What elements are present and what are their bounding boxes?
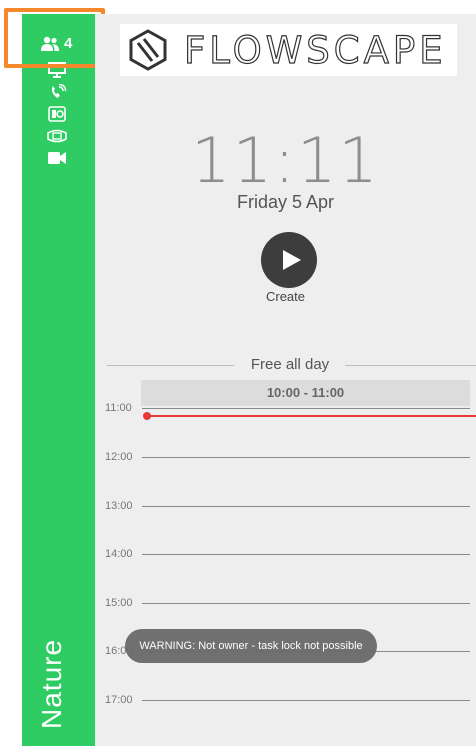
current-time-dot (143, 412, 151, 420)
selection-highlight (4, 8, 105, 68)
flowscape-logo-icon (129, 29, 167, 71)
hour-rule (142, 700, 470, 701)
hour-label: 12:00 (105, 451, 133, 463)
sidebar: 4 Nature (22, 14, 95, 746)
hour-row[interactable]: 14:00 (105, 548, 476, 562)
availability-status: Free all day (107, 356, 476, 376)
hour-label: 13:00 (105, 500, 133, 512)
hour-label: 11:00 (105, 402, 132, 414)
hour-label: 14:00 (105, 548, 133, 560)
clock-time: 11:11 (191, 124, 380, 197)
hour-row[interactable]: 11:00 (105, 402, 476, 416)
divider (345, 365, 476, 366)
current-time-line (146, 415, 476, 417)
hour-rule (142, 408, 470, 409)
hour-rule (142, 506, 470, 507)
hour-rule (142, 603, 470, 604)
hour-label: 15:00 (105, 597, 133, 609)
hour-rule (142, 457, 470, 458)
room-name: Nature (36, 638, 67, 729)
main-panel: FLOWSCAPE 11:11 Friday 5 Apr Create Free… (95, 14, 476, 746)
video-camera-icon[interactable] (46, 150, 68, 166)
play-icon (283, 250, 301, 270)
hour-rule (142, 554, 470, 555)
brand-logo: FLOWSCAPE (120, 24, 457, 76)
hour-row[interactable]: 12:00 (105, 451, 476, 465)
hour-row[interactable]: 13:00 (105, 500, 476, 514)
phone-icon[interactable] (46, 84, 68, 100)
speaker-icon[interactable] (46, 106, 68, 122)
hour-row[interactable]: 17:00 (105, 694, 476, 708)
clock-date: Friday 5 Apr (236, 192, 335, 212)
create-label: Create (265, 289, 306, 304)
hour-row[interactable]: 15:00 (105, 597, 476, 611)
availability-text: Free all day (250, 356, 330, 373)
divider (107, 365, 234, 366)
projector-icon[interactable] (46, 128, 68, 144)
hour-label: 17:00 (105, 694, 133, 706)
create-button[interactable] (261, 232, 317, 288)
warning-toast: WARNING: Not owner - task lock not possi… (125, 629, 377, 663)
brand-wordmark: FLOWSCAPE (183, 28, 447, 72)
